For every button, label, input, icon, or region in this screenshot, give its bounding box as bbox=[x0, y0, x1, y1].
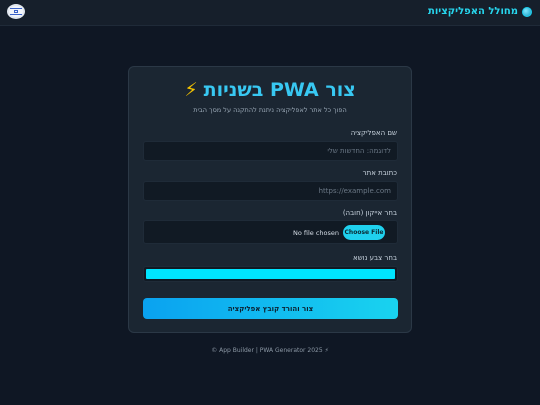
theme-color-label: בחר צבע נושא bbox=[353, 254, 397, 262]
file-status-text: No file chosen bbox=[292, 229, 339, 237]
lightning-icon: ⚡ bbox=[184, 79, 198, 101]
generate-app-button[interactable]: צור והורד קובץ אפליקציה bbox=[143, 298, 398, 319]
title-text: צור PWA בשניות bbox=[203, 79, 356, 101]
globe-icon bbox=[522, 6, 532, 17]
israel-flag-icon[interactable] bbox=[9, 6, 23, 17]
app-name-label: שם האפליקציה bbox=[350, 129, 397, 137]
pwa-form-card: צור PWA בשניות ⚡ הפוך כל אתר לאפליקציה נ… bbox=[128, 66, 412, 333]
site-url-input[interactable] bbox=[143, 181, 398, 201]
page-subtitle: הפוך כל אתר לאפליקציה ניתנת להתקנה על מס… bbox=[193, 106, 347, 114]
theme-color-picker[interactable] bbox=[143, 266, 398, 282]
brand-label: מחולל האפליקציות bbox=[428, 6, 518, 17]
top-bar: מחולל האפליקציות bbox=[0, 0, 540, 26]
footer-text: ⚡ App Builder | PWA Generator 2025 © bbox=[211, 347, 329, 354]
site-url-label: כתובת אתר bbox=[362, 169, 397, 177]
icon-upload-label: בחר אייקון (חובה) bbox=[342, 209, 397, 217]
icon-file-input: Choose File No file chosen bbox=[143, 220, 398, 244]
choose-file-button[interactable]: Choose File bbox=[343, 225, 385, 240]
color-swatch bbox=[146, 269, 395, 279]
app-name-input[interactable] bbox=[143, 141, 398, 161]
page-title: צור PWA בשניות ⚡ bbox=[129, 79, 411, 101]
brand-link[interactable]: מחולל האפליקציות bbox=[428, 6, 532, 17]
